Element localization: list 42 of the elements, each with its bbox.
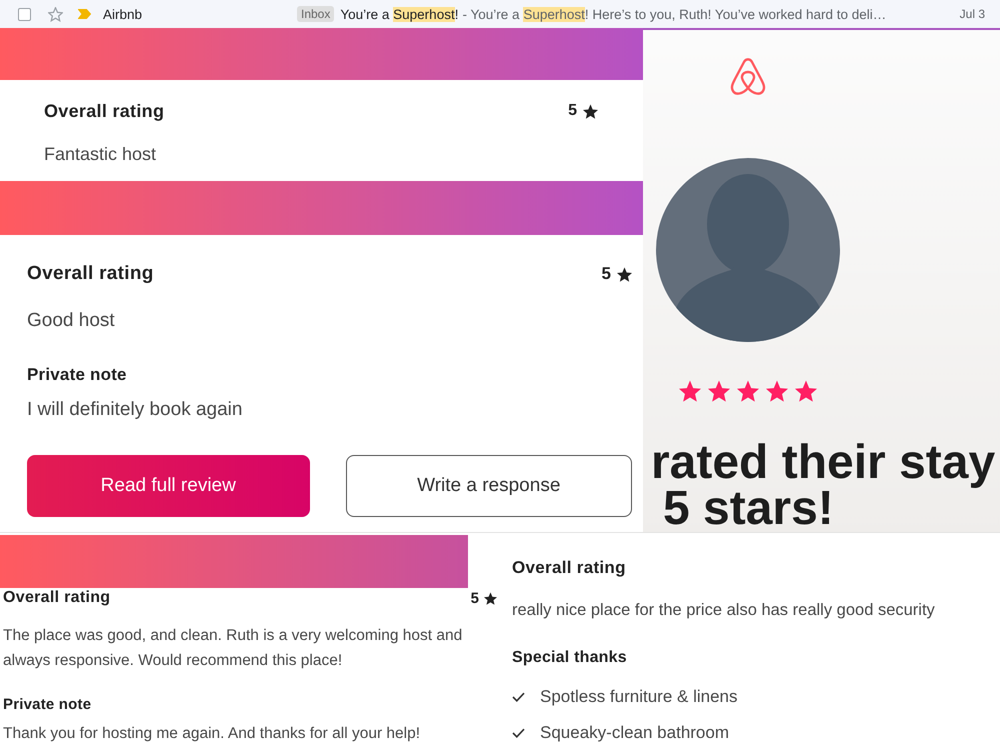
email-snippet: - You’re a Superhost! Here’s to you, Ruth! You’ve worked hard to deli… <box>462 6 886 22</box>
thanks-item: Spotless furniture & linens <box>540 686 738 708</box>
star-icon <box>617 266 632 282</box>
review-text: The place was good, and clean. Ruth is a very welcoming host and always responsive. Would recommend this place! <box>3 626 464 671</box>
review-text: really nice place for the price also has really good security <box>512 600 936 621</box>
thanks-heading: Special thanks <box>512 648 628 668</box>
star-icon[interactable] <box>48 6 63 22</box>
review-text: Fantastic host <box>44 143 158 165</box>
email-row[interactable]: Airbnb Inbox You’re a Superhost! - You’re a Superhost! Here’s to you, Ruth! You’ve worked hard to deli… Jul 3 <box>0 0 1000 28</box>
check-icon <box>512 692 525 702</box>
review-text: Good host <box>27 310 116 332</box>
note-text: Thank you for hosting me again. And thanks for all your help! <box>3 724 422 744</box>
rating-heading: Overall rating <box>27 262 154 286</box>
star-icon <box>484 592 497 604</box>
secondary-button[interactable]: Write a response <box>346 455 632 517</box>
rating-score: 5 <box>568 102 577 120</box>
email-subject: You’re a Superhost! <box>340 6 458 22</box>
star-icon <box>708 380 730 402</box>
thanks-item: Squeaky-clean bathroom <box>540 722 730 744</box>
rating-score: 5 <box>470 590 479 606</box>
star-icon <box>766 380 788 402</box>
email-sender: Airbnb <box>103 6 144 22</box>
rating-heading: Overall rating <box>44 100 164 122</box>
important-marker-icon[interactable] <box>78 9 91 19</box>
inbox-label: Inbox <box>297 6 334 22</box>
rating-heading: Overall rating <box>3 588 110 608</box>
primary-button[interactable]: Read full review <box>27 455 310 517</box>
checkbox[interactable] <box>18 8 31 20</box>
rating-heading: Overall rating <box>512 557 626 579</box>
check-icon <box>512 728 525 738</box>
note-heading: Private note <box>27 364 128 386</box>
avatar-icon <box>656 158 840 342</box>
star-icon <box>737 380 759 402</box>
rating-score: 5 <box>602 264 611 284</box>
star-icon <box>583 104 598 118</box>
note-text: I will definitely book again <box>27 399 244 421</box>
star-icon <box>795 380 817 402</box>
email-date: Jul 3 <box>960 7 985 21</box>
note-heading: Private note <box>3 695 92 715</box>
headline-text: 5 stars! <box>662 486 835 532</box>
headline-text: rated their stay <box>650 440 996 486</box>
star-icon <box>679 380 701 402</box>
